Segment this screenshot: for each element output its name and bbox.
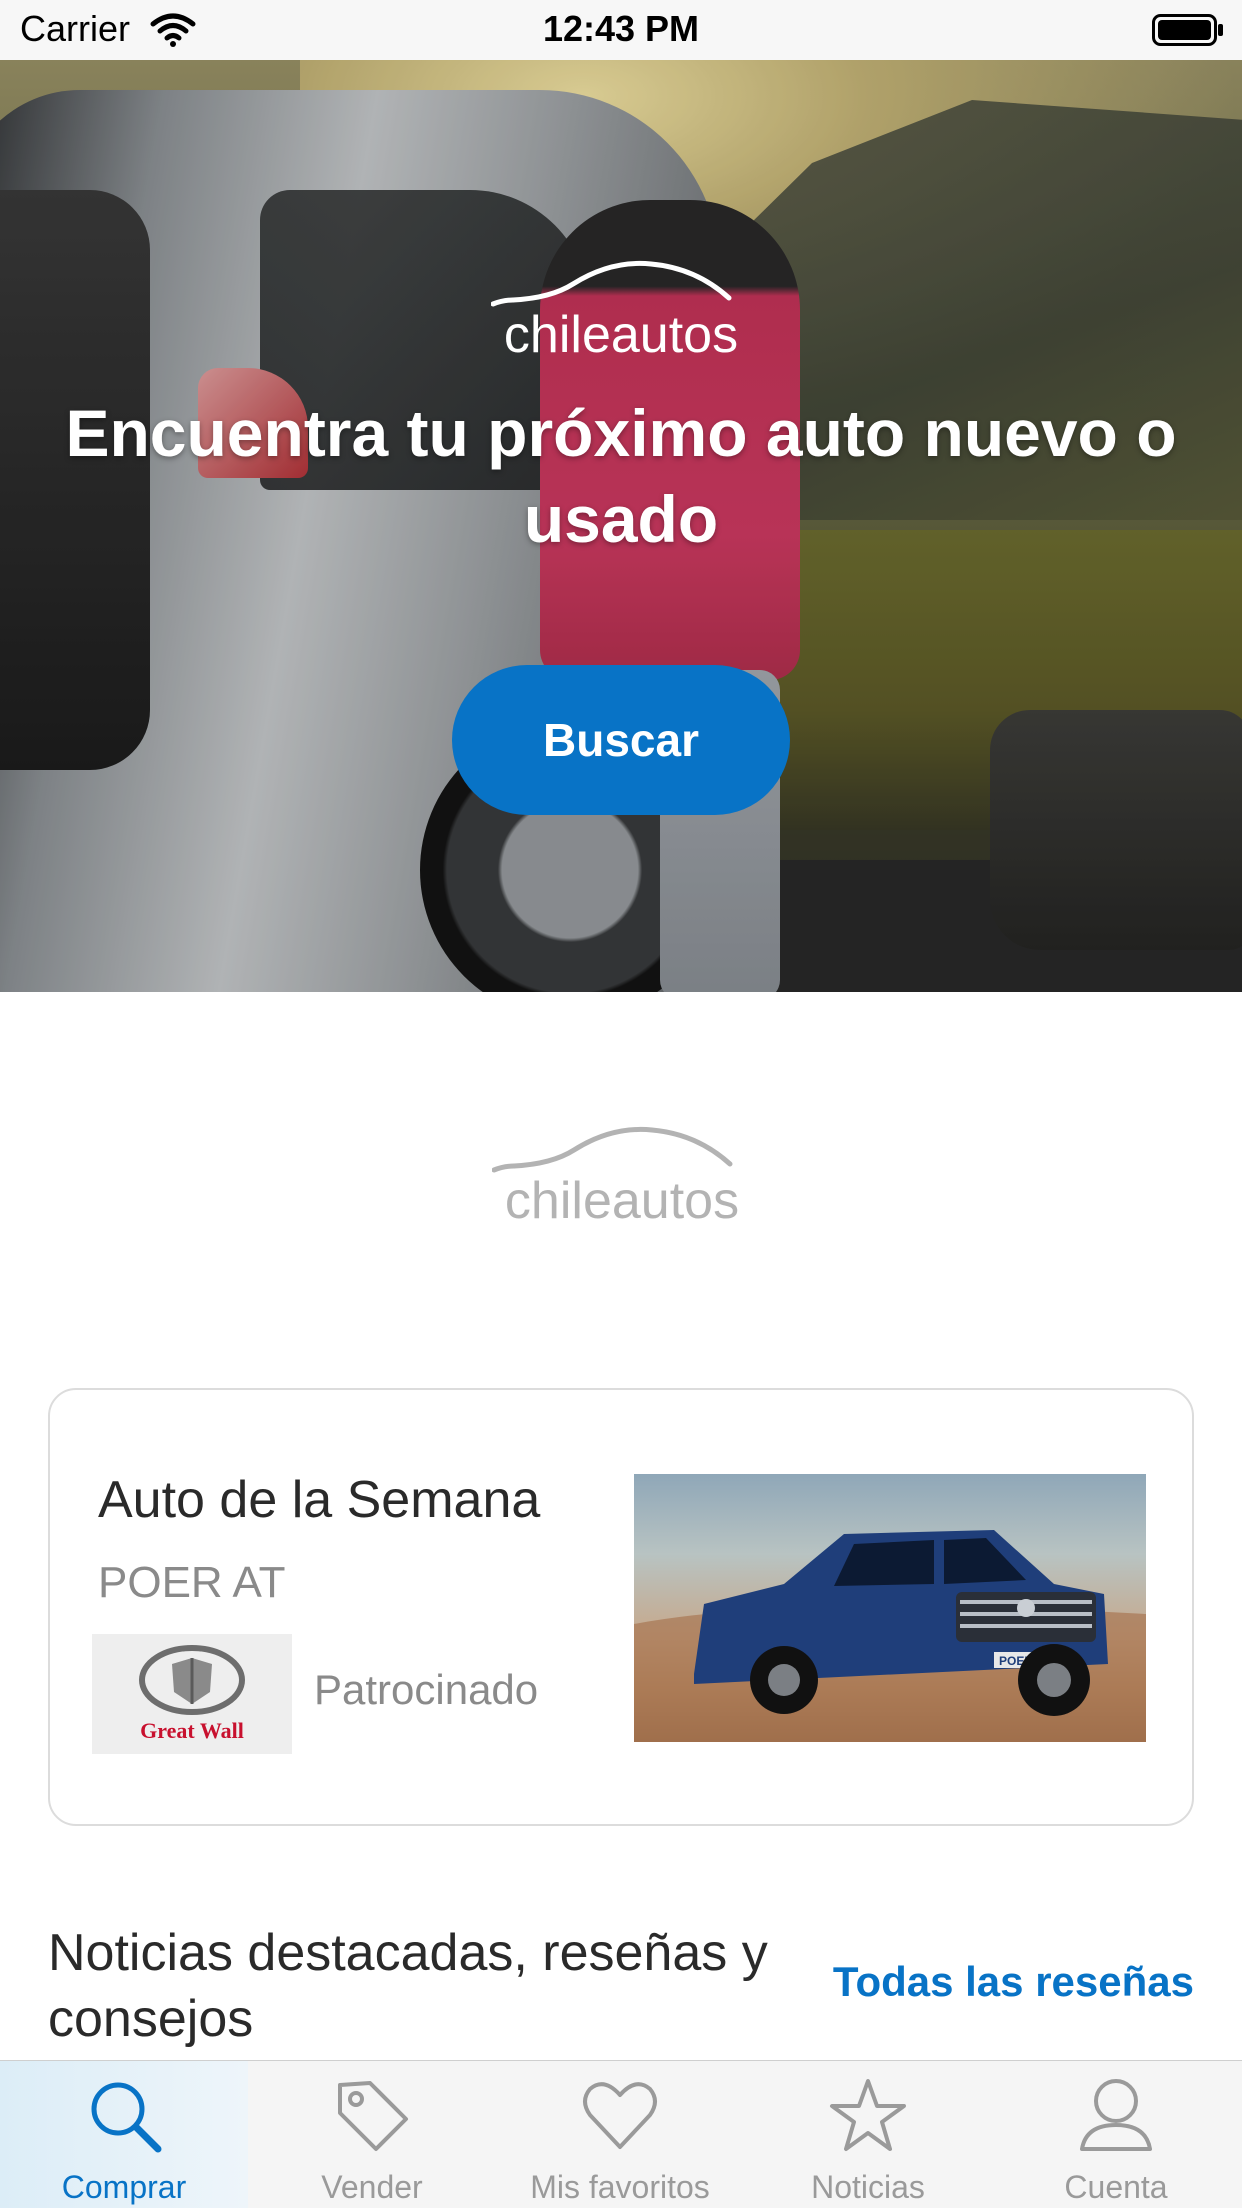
tab-noticias[interactable]: Noticias — [744, 2061, 992, 2208]
star-icon — [830, 2079, 906, 2151]
chileautos-logo: chileautos — [492, 1126, 739, 1230]
card-title: Auto de la Semana — [98, 1471, 541, 1529]
search-icon — [91, 2082, 162, 2153]
hero-banner: chileautos Encuentra tu próximo auto nue… — [0, 60, 1242, 992]
clock: 12:43 PM — [542, 8, 700, 49]
tab-mis-favoritos[interactable]: Mis favoritos — [496, 2061, 744, 2208]
hero-headline: Encuentra tu próximo auto nuevo o usado — [65, 396, 1177, 556]
pickup-truck-image: POER — [634, 1530, 1146, 1742]
tab-vender[interactable]: Vender — [248, 2061, 496, 2208]
heart-icon — [583, 2082, 657, 2149]
car-of-week-card[interactable]: Auto de la Semana POER AT Great Wall Pat… — [48, 1388, 1194, 1826]
tab-comprar[interactable]: Comprar — [0, 2061, 248, 2208]
tab-label: Noticias — [811, 2169, 925, 2205]
car-of-week-photo: POER — [634, 1474, 1146, 1742]
svg-text:chileautos: chileautos — [504, 306, 738, 364]
card-model: POER AT — [98, 1558, 286, 1607]
battery-icon — [1152, 14, 1223, 46]
great-wall-logo: Great Wall — [92, 1634, 292, 1754]
tab-label: Vender — [321, 2169, 423, 2205]
tab-cuenta[interactable]: Cuenta — [992, 2061, 1242, 2208]
search-button[interactable]: Buscar — [452, 665, 790, 815]
tab-label: Mis favoritos — [530, 2169, 710, 2205]
all-reviews-link[interactable]: Todas las reseñas — [833, 1958, 1194, 2006]
account-icon — [1080, 2079, 1152, 2151]
sponsored-label: Patrocinado — [314, 1666, 539, 1713]
tab-bar: Comprar Vender Mis favoritos Noticias Cu… — [0, 2060, 1242, 2208]
chileautos-logo-white: chileautos — [491, 260, 738, 364]
status-bar: Carrier 12:43 PM — [0, 0, 1242, 60]
tab-label: Cuenta — [1064, 2169, 1168, 2205]
tag-icon — [338, 2081, 408, 2151]
tab-label: Comprar — [61, 2169, 187, 2205]
svg-text:chileautos: chileautos — [505, 1172, 739, 1230]
news-section-title: Noticias destacadas, reseñas y consejos — [48, 1924, 768, 2048]
svg-text:Great Wall: Great Wall — [140, 1718, 244, 1743]
